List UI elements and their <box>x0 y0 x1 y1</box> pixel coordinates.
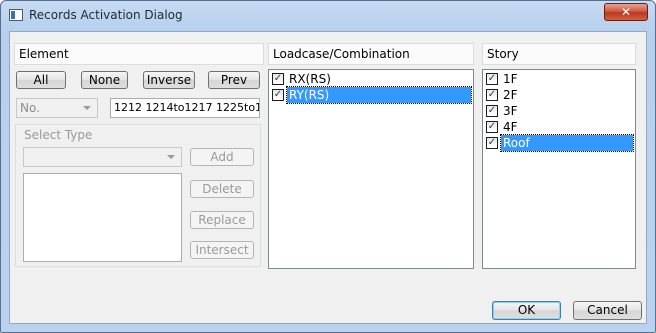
select-type-group: Select Type Add Delete Replace Intersect <box>15 124 261 267</box>
list-item[interactable]: ✓ Roof <box>485 134 634 152</box>
element-header: Element <box>14 43 264 65</box>
element-type-select[interactable]: No. <box>16 98 98 118</box>
checkbox[interactable]: ✓ <box>486 121 498 133</box>
loadcase-header: Loadcase/Combination <box>268 43 474 65</box>
story-label: 4F <box>503 120 518 134</box>
chevron-down-icon <box>167 155 175 159</box>
loadcase-label: RY(RS) <box>286 86 472 104</box>
close-button[interactable]: ✕ <box>604 3 648 21</box>
story-list[interactable]: ✓ 1F ✓ 2F ✓ 3F ✓ 4F ✓ Roof <box>482 69 636 269</box>
select-type-list[interactable] <box>23 173 182 262</box>
loadcase-label: RX(RS) <box>289 72 331 86</box>
checkbox[interactable]: ✓ <box>272 73 284 85</box>
ok-button[interactable]: OK <box>492 301 561 320</box>
story-label: 2F <box>503 88 518 102</box>
chevron-down-icon <box>83 106 91 110</box>
select-type-combo[interactable] <box>23 147 182 167</box>
select-type-label: Select Type <box>24 128 93 142</box>
delete-button[interactable]: Delete <box>190 180 254 198</box>
element-type-value: No. <box>20 101 40 115</box>
cancel-button[interactable]: Cancel <box>573 301 642 320</box>
story-label: 1F <box>503 72 518 86</box>
checkbox[interactable]: ✓ <box>486 73 498 85</box>
dialog-body: Element All None Inverse Prev No. 1212 1… <box>9 31 647 324</box>
app-icon <box>9 9 23 21</box>
none-button[interactable]: None <box>81 71 128 89</box>
dialog-window: Records Activation Dialog ✕ Element All … <box>0 0 656 333</box>
checkbox[interactable]: ✓ <box>486 137 498 149</box>
prev-button[interactable]: Prev <box>208 71 260 89</box>
story-label: Roof <box>500 134 634 152</box>
loadcase-list[interactable]: ✓ RX(RS) ✓ RY(RS) <box>268 69 474 269</box>
story-label: 3F <box>503 104 518 118</box>
checkbox[interactable]: ✓ <box>272 89 284 101</box>
inverse-button[interactable]: Inverse <box>143 71 195 89</box>
add-button[interactable]: Add <box>190 148 254 166</box>
checkbox[interactable]: ✓ <box>486 105 498 117</box>
story-header: Story <box>482 43 636 65</box>
title-bar[interactable]: Records Activation Dialog ✕ <box>1 1 655 31</box>
window-title: Records Activation Dialog <box>29 8 183 22</box>
checkbox[interactable]: ✓ <box>486 89 498 101</box>
list-item[interactable]: ✓ RY(RS) <box>271 86 472 104</box>
replace-button[interactable]: Replace <box>190 211 254 229</box>
intersect-button[interactable]: Intersect <box>190 241 254 259</box>
element-selection-field[interactable]: 1212 1214to1217 1225to1227 <box>110 98 260 118</box>
all-button[interactable]: All <box>16 71 66 89</box>
